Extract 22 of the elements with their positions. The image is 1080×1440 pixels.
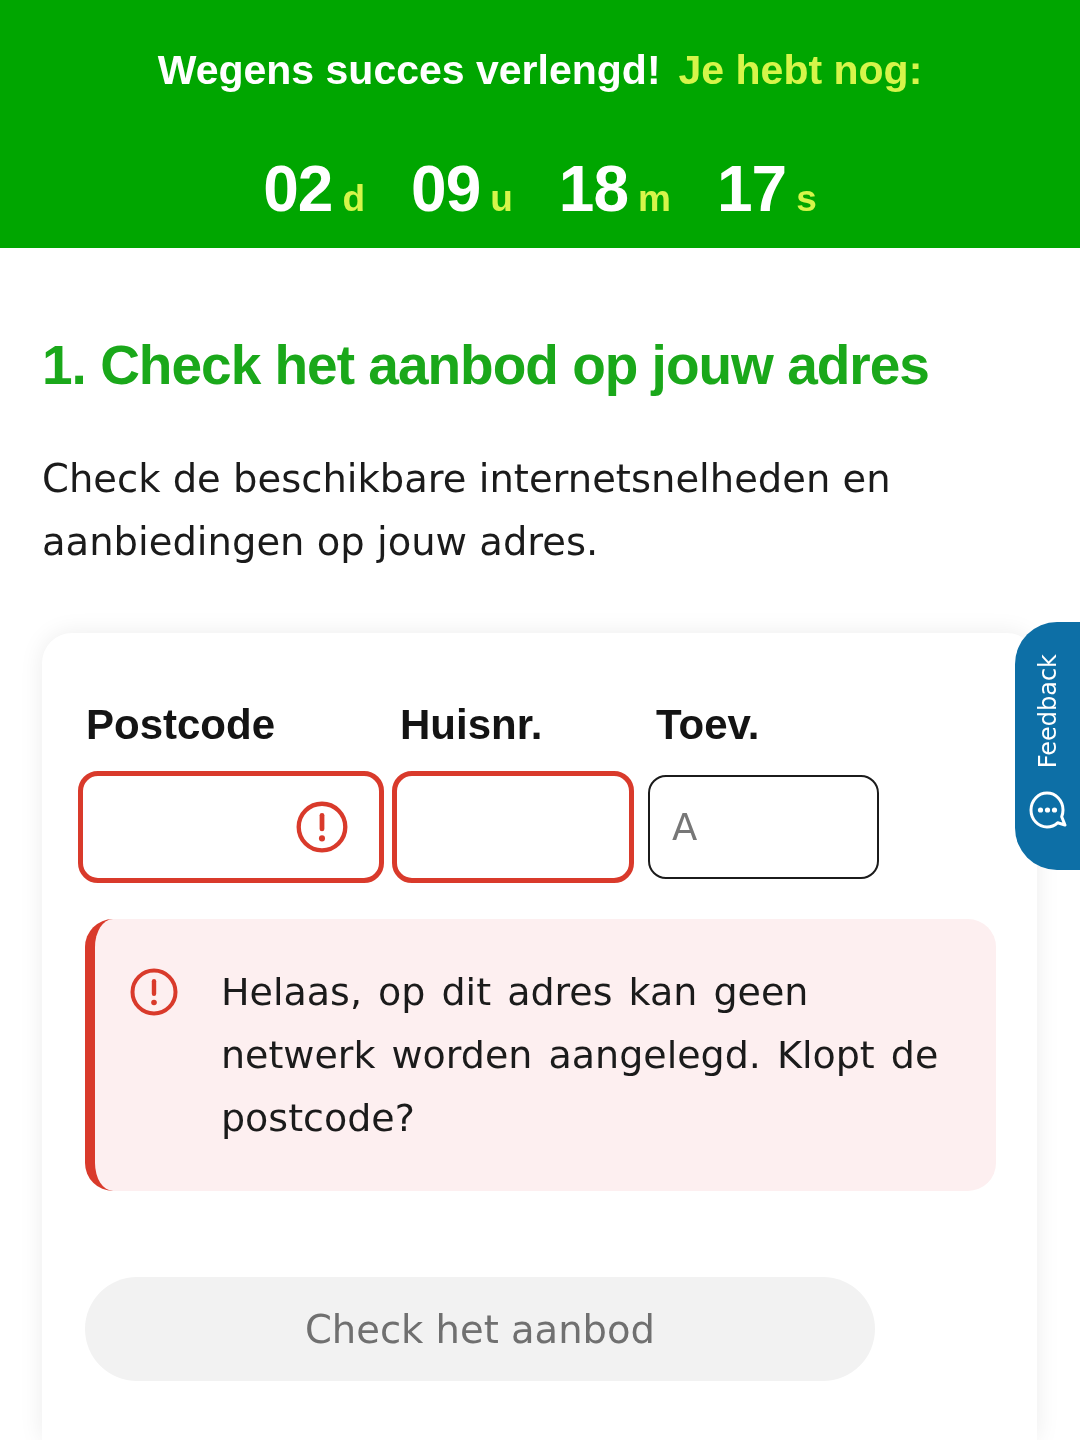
countdown-value: 17 (716, 156, 787, 222)
countdown-unit: u (490, 179, 513, 219)
error-icon (130, 968, 178, 1016)
field-label: Huisnr. (399, 701, 544, 749)
banner-title: Wegens succes verlengd! (157, 46, 661, 95)
field-label: Toev. (655, 701, 761, 749)
input-field[interactable] (78, 771, 384, 883)
feedback-tab[interactable]: Feedback (1015, 622, 1080, 870)
intro-text: Check de beschikbare internetsnelheden en aanbiedingen op jouw adres. (42, 455, 892, 566)
error-message: Helaas, op dit adres kan geen netwerk worden aangelegd. Klopt de postcode? (221, 969, 940, 1142)
input-field[interactable]: A (648, 775, 879, 879)
countdown-value: 18 (558, 156, 629, 222)
countdown-value: 09 (411, 156, 481, 222)
chat-bubble-icon (1027, 790, 1068, 831)
countdown-unit: s (796, 179, 817, 219)
countdown-unit: d (342, 179, 366, 219)
input-field[interactable] (392, 771, 634, 883)
section-heading: 1. Check het aanbod op jouw adres (42, 333, 930, 398)
field-label: Postcode (85, 701, 277, 749)
banner-subtitle: Je hebt nog: (678, 46, 923, 95)
countdown-unit: m (638, 179, 671, 219)
countdown-value: 02 (263, 156, 333, 222)
